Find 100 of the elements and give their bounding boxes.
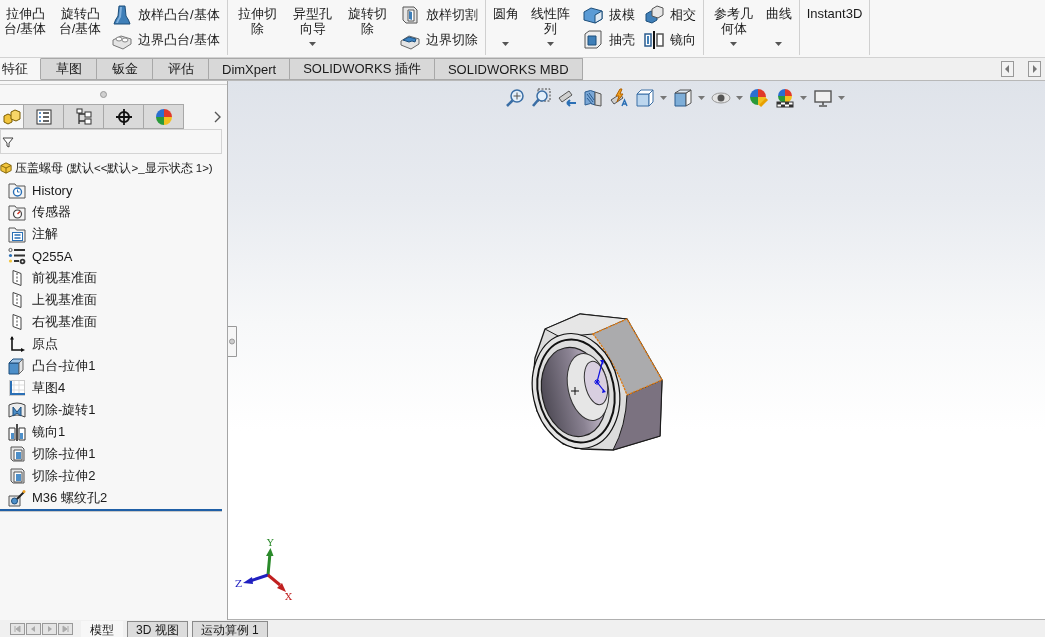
filter-field[interactable]	[0, 129, 222, 154]
bottom-tab[interactable]: 模型	[81, 621, 123, 637]
ribbon-button[interactable]: 镜向	[641, 28, 698, 53]
axis-label: Z	[235, 578, 242, 589]
annotation-view-icon[interactable]	[609, 88, 629, 108]
z-axis-arrow	[243, 573, 269, 584]
origin-axes-icon	[8, 335, 26, 353]
axis-label: X	[285, 591, 293, 601]
wedge-icon	[582, 4, 603, 25]
command-tab[interactable]: DimXpert	[209, 58, 291, 80]
panel-tab[interactable]	[64, 104, 104, 129]
tree-item[interactable]: M36 螺纹孔2	[0, 487, 227, 509]
mirror-icon	[643, 30, 664, 51]
y-axis-arrow	[266, 548, 274, 576]
scroll-right-icon[interactable]	[1028, 61, 1041, 77]
last-page-icon[interactable]	[58, 622, 73, 635]
panel-tab[interactable]	[104, 104, 144, 129]
ribbon-button[interactable]: 放样切割	[397, 2, 480, 27]
zoom-fit-icon[interactable]	[505, 88, 525, 108]
hollow-box-icon	[582, 30, 603, 51]
previous-view-icon[interactable]	[557, 88, 577, 108]
tree-item[interactable]: 压盖螺母 (默认<<默认>_显示状态 1>)	[0, 157, 227, 179]
next-page-icon[interactable]	[42, 622, 57, 635]
ribbon-button[interactable]: 线性阵列	[525, 0, 576, 55]
scroll-left-icon[interactable]	[1001, 61, 1014, 77]
collapse-handle[interactable]	[228, 326, 237, 357]
part-icon	[0, 162, 12, 174]
command-tab[interactable]: SOLIDWORKS MBD	[434, 58, 583, 80]
caret-icon[interactable]	[800, 96, 807, 100]
axis-label: Y	[267, 537, 274, 548]
ribbon-button[interactable]: 拉伸凸台/基体	[0, 0, 50, 55]
ribbon-button[interactable]: Instant3D	[804, 0, 865, 55]
tree-item[interactable]: 传感器	[0, 201, 227, 223]
ribbon-button[interactable]: 边界切除	[397, 28, 480, 53]
annotation-folder-icon	[8, 225, 26, 243]
previous-page-icon[interactable]	[26, 622, 41, 635]
splitter-grip-icon[interactable]	[100, 91, 107, 98]
command-tab[interactable]: 特征	[0, 58, 41, 80]
tree-item[interactable]: 草图4	[0, 377, 227, 399]
tree-item[interactable]: 镜向1	[0, 421, 227, 443]
ribbon-button[interactable]: 参考几何体	[708, 0, 759, 55]
filter-icon	[2, 135, 14, 148]
monitor-icon[interactable]	[813, 88, 833, 108]
extruded-block-icon	[8, 357, 26, 375]
tree-item[interactable]: Q255A	[0, 245, 227, 267]
cut-block-icon	[8, 445, 26, 463]
x-axis-arrow	[267, 573, 286, 592]
tree-item[interactable]: 上视基准面	[0, 289, 227, 311]
tree-item[interactable]: 原点	[0, 333, 227, 355]
ribbon-button[interactable]: 放样凸台/基体	[110, 2, 222, 27]
first-page-icon[interactable]	[10, 622, 25, 635]
ball-pencil-icon[interactable]	[749, 88, 769, 108]
command-tab[interactable]: 评估	[153, 58, 209, 80]
tree-item[interactable]: 切除-拉伸2	[0, 465, 227, 487]
tapered-solid-icon	[112, 4, 132, 25]
cubes-icon	[2, 107, 21, 126]
bottom-tab[interactable]: 运动算例 1	[191, 621, 268, 637]
caret-icon[interactable]	[736, 96, 743, 100]
tree-item[interactable]: 前视基准面	[0, 267, 227, 289]
ribbon-button[interactable]: 曲线	[763, 0, 794, 55]
section-view-icon[interactable]	[583, 88, 603, 108]
tree-item[interactable]: 凸台-拉伸1	[0, 355, 227, 377]
tree-item[interactable]: 右视基准面	[0, 311, 227, 333]
caret-icon[interactable]	[698, 96, 705, 100]
crosshair-icon	[114, 107, 133, 126]
list-icon	[34, 107, 53, 126]
intersect-icon	[643, 4, 664, 25]
command-tab[interactable]: 钣金	[97, 58, 153, 80]
tree-icon	[74, 107, 93, 126]
tree-item[interactable]: 切除-拉伸1	[0, 443, 227, 465]
mirror-icon	[8, 423, 26, 441]
shaded-cube-icon[interactable]	[673, 88, 693, 108]
ribbon-button[interactable]: 圆角	[490, 0, 521, 55]
sketch-grid-icon	[8, 379, 26, 397]
caret-icon[interactable]	[838, 96, 845, 100]
tree-item[interactable]: 注解	[0, 223, 227, 245]
material-list-icon	[8, 247, 26, 265]
tree-item[interactable]: 切除-旋转1	[0, 399, 227, 421]
revolved-cut-icon	[8, 401, 26, 419]
cut-block-icon	[8, 467, 26, 485]
rollback-bar[interactable]	[0, 509, 222, 512]
ribbon-button[interactable]: 相交	[641, 2, 698, 27]
ball-icon	[154, 107, 173, 126]
ribbon-button[interactable]: 抽壳	[580, 28, 637, 53]
ribbon-button[interactable]: 异型孔向导	[287, 0, 338, 55]
ribbon-button[interactable]: 拉伸切除	[232, 0, 283, 55]
tree-item[interactable]: History	[0, 179, 227, 201]
ball-floor-icon[interactable]	[775, 88, 795, 108]
cube-icon[interactable]	[635, 88, 655, 108]
command-tab[interactable]: 草图	[41, 58, 97, 80]
panel-tab[interactable]	[24, 104, 64, 129]
caret-icon[interactable]	[660, 96, 667, 100]
zoom-area-icon[interactable]	[531, 88, 551, 108]
chevron-right-icon[interactable]	[213, 110, 221, 123]
ribbon-button[interactable]: 边界凸台/基体	[110, 28, 222, 53]
ribbon-button[interactable]: 旋转凸台/基体	[55, 0, 105, 55]
ribbon-button[interactable]: 旋转切除	[342, 0, 393, 55]
ribbon-button[interactable]: 拔模	[580, 2, 637, 27]
command-tab[interactable]: SOLIDWORKS 插件	[290, 58, 435, 80]
bottom-tab[interactable]: 3D 视图	[127, 621, 188, 637]
